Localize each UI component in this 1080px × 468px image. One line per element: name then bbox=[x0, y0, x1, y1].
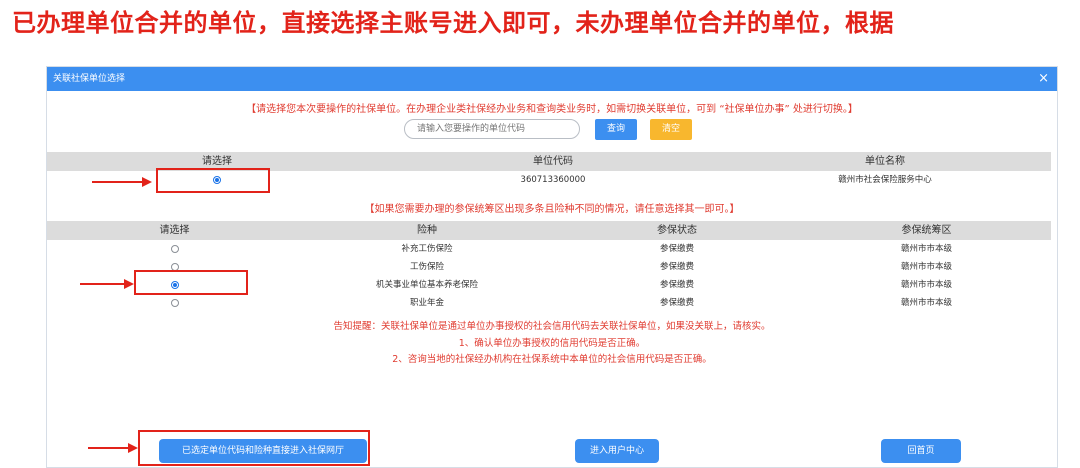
select-cell bbox=[47, 294, 302, 312]
select-cell bbox=[47, 240, 302, 258]
query-button[interactable]: 查询 bbox=[595, 119, 637, 140]
insurance-status: 参保缴费 bbox=[659, 298, 694, 308]
insurance-region: 赣州市市本级 bbox=[900, 280, 952, 290]
annotation-highlight-box bbox=[134, 270, 248, 295]
header-select: 请选择 bbox=[159, 225, 190, 236]
banner-title: 已办理单位合并的单位，直接选择主账号进入即可，未办理单位合并的单位，根据 bbox=[12, 9, 894, 37]
reminder-step-1: 1、确认单位办事授权的信用代码是否正确。 bbox=[458, 338, 646, 349]
insurance-region: 赣州市市本级 bbox=[900, 244, 952, 254]
insurance-radio[interactable] bbox=[170, 244, 179, 253]
annotation-highlight-box bbox=[156, 168, 270, 193]
insurance-status: 参保缴费 bbox=[659, 262, 694, 272]
header-region: 参保统筹区 bbox=[901, 225, 952, 236]
insurance-radio[interactable] bbox=[170, 298, 179, 307]
insurance-type: 机关事业单位基本养老保险 bbox=[375, 280, 478, 290]
unit-code-search-input[interactable] bbox=[404, 119, 580, 139]
header-status: 参保状态 bbox=[657, 225, 697, 236]
annotation-highlight-box bbox=[138, 430, 370, 466]
annotation-arrow-icon bbox=[80, 279, 134, 289]
unit-name: 赣州市社会保险服务中心 bbox=[838, 175, 932, 185]
insurance-type: 工伤保险 bbox=[409, 262, 444, 272]
header-unit-name: 单位名称 bbox=[865, 156, 905, 167]
dialog-title: 关联社保单位选择 bbox=[53, 74, 126, 84]
table-row[interactable]: 职业年金 参保缴费 赣州市市本级 bbox=[47, 294, 1051, 312]
unit-select-dialog: 关联社保单位选择 × 【请选择您本次要操作的社保单位。在办理企业类社保经办业务和… bbox=[46, 66, 1058, 468]
annotation-arrow-icon bbox=[88, 443, 138, 453]
reminder-step-2: 2、咨询当地的社保经办机构在社保系统中本单位的社会信用代码是否正确。 bbox=[392, 354, 712, 365]
user-center-button[interactable]: 进入用户中心 bbox=[575, 439, 659, 463]
notice-reminder: 告知提醒：关联社保单位是通过单位办事授权的社会信用代码去关联社保单位，如果没关联… bbox=[333, 321, 771, 332]
insurance-region: 赣州市市本级 bbox=[900, 298, 952, 308]
home-button[interactable]: 回首页 bbox=[881, 439, 961, 463]
insurance-table: 请选择 险种 参保状态 参保统筹区 补充工伤保险 参保缴费 赣州市市本级 工伤保… bbox=[47, 221, 1051, 312]
unit-code: 360713360000 bbox=[520, 175, 586, 185]
dialog-titlebar: 关联社保单位选择 × bbox=[47, 67, 1057, 91]
close-icon[interactable]: × bbox=[1038, 67, 1049, 91]
insurance-status: 参保缴费 bbox=[659, 244, 694, 254]
multi-region-notice: 【如果您需要办理的参保统筹区出现多条且险种不同的情况，请任意选择其一即可。】 bbox=[364, 204, 740, 215]
table-row[interactable]: 补充工伤保险 参保缴费 赣州市市本级 bbox=[47, 240, 1051, 258]
insurance-status: 参保缴费 bbox=[659, 280, 694, 290]
header-insurance-type: 险种 bbox=[417, 225, 437, 236]
insurance-type: 职业年金 bbox=[409, 298, 444, 308]
insurance-type: 补充工伤保险 bbox=[401, 244, 453, 254]
insurance-table-header: 请选择 险种 参保状态 参保统筹区 bbox=[47, 221, 1051, 240]
insurance-region: 赣州市市本级 bbox=[900, 262, 952, 272]
clear-button[interactable]: 清空 bbox=[650, 119, 692, 140]
annotation-arrow-icon bbox=[92, 177, 152, 187]
header-unit-code: 单位代码 bbox=[533, 156, 573, 167]
select-notice: 【请选择您本次要操作的社保单位。在办理企业类社保经办业务和查询类业务时，如需切换… bbox=[246, 104, 858, 115]
